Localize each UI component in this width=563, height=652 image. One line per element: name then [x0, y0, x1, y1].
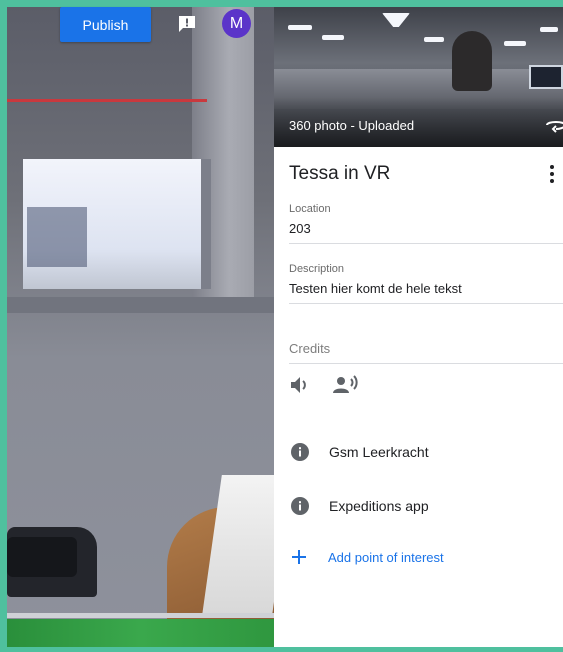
photo-caption: 360 photo - Uploaded [289, 118, 415, 133]
record-voice-icon[interactable] [332, 375, 358, 395]
feedback-button[interactable] [175, 12, 199, 36]
viewer-chair-seat [7, 537, 77, 577]
more-options-button[interactable] [545, 163, 559, 185]
plus-icon [292, 550, 306, 564]
title-row: Tessa in VR [289, 163, 559, 185]
page-title: Tessa in VR [289, 163, 391, 184]
publish-button[interactable]: Publish [60, 7, 151, 42]
add-poi-label: Add point of interest [328, 549, 444, 565]
add-point-of-interest-button[interactable]: Add point of interest [291, 549, 444, 565]
ceiling-light [322, 35, 344, 40]
viewer-window-shadow [27, 207, 87, 267]
feedback-icon [179, 16, 195, 32]
viewer-ceiling-line [7, 99, 207, 102]
list-item[interactable]: Expeditions app [291, 497, 429, 515]
ceiling-light [540, 27, 558, 32]
photo-viewer[interactable] [7, 7, 274, 647]
ceiling-light [288, 25, 312, 30]
ceiling-light [504, 41, 526, 46]
photo-thumbnail[interactable]: 360 photo - Uploaded [274, 7, 563, 147]
ceiling-light [424, 37, 444, 42]
description-field[interactable]: Description Testen hier komt de hele tek… [289, 263, 563, 304]
more-vert-icon [550, 165, 554, 183]
audio-row [290, 375, 358, 395]
description-value[interactable]: Testen hier komt de hele tekst [289, 281, 563, 303]
viewer-paper [202, 475, 274, 615]
info-icon [291, 497, 309, 515]
viewer-grass [7, 619, 274, 647]
location-field[interactable]: Location 203 [289, 203, 563, 244]
poi-label: Expeditions app [329, 498, 429, 514]
viewer-ledge [7, 297, 274, 313]
ceiling-light [382, 13, 410, 27]
volume-icon[interactable] [290, 376, 310, 394]
thumbnail-monitor [529, 65, 563, 89]
viewer-floor-line [7, 613, 274, 618]
description-label: Description [289, 263, 345, 275]
location-label: Location [289, 203, 331, 215]
list-item[interactable]: Gsm Leerkracht [291, 443, 429, 461]
credits-field[interactable]: Credits [289, 341, 563, 364]
location-value[interactable]: 203 [289, 221, 563, 243]
details-panel: 360 photo - Uploaded Tessa in VR Locatio… [274, 7, 563, 647]
thumbnail-person [452, 31, 492, 91]
avatar[interactable]: M [222, 9, 251, 38]
info-icon [291, 443, 309, 461]
poi-label: Gsm Leerkracht [329, 444, 429, 460]
360-view-icon[interactable] [544, 117, 563, 133]
